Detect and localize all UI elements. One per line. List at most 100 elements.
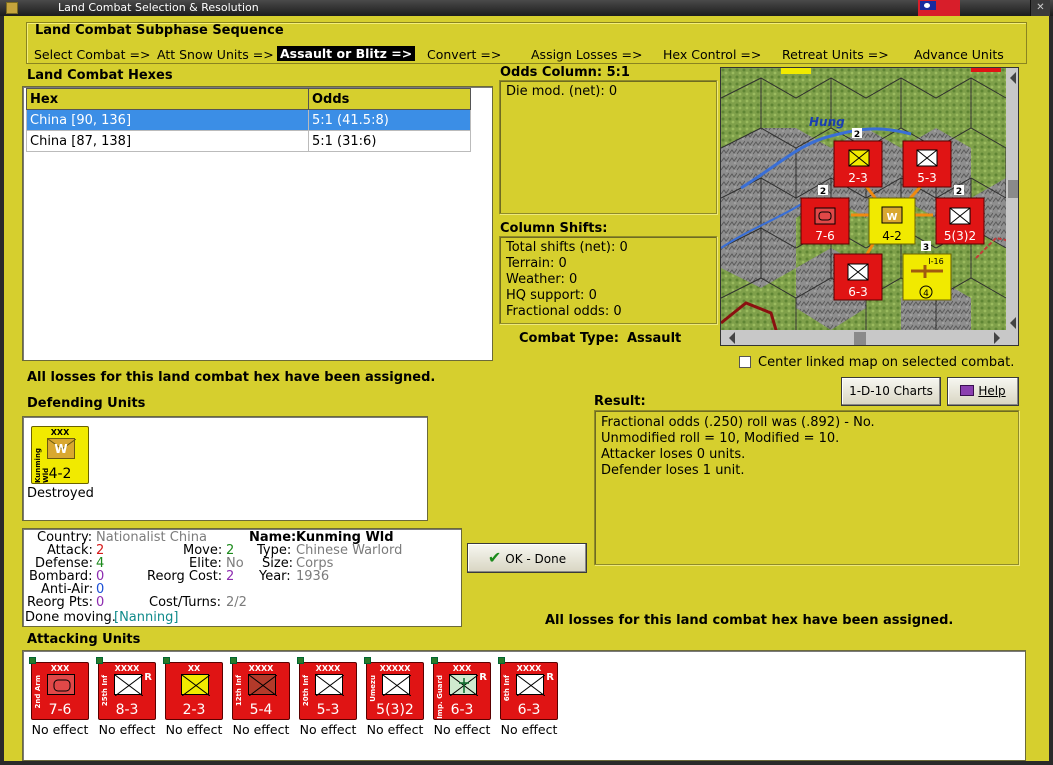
map-unit-strength: 4-2 bbox=[882, 229, 902, 243]
attacking-unit-counter[interactable]: XXXX 6th Inf R 6-3 bbox=[498, 657, 558, 720]
unit-designation: XXX bbox=[50, 428, 70, 437]
unit-supply-marker bbox=[230, 657, 237, 664]
unit-strength: 2-3 bbox=[182, 702, 206, 718]
infantry-yellow-unit-icon bbox=[181, 674, 210, 696]
svg-text:W: W bbox=[886, 212, 897, 223]
hex-cell: China [87, 138] bbox=[26, 130, 309, 152]
warlord-unit-icon: W bbox=[47, 438, 76, 459]
odds-column-heading: Odds Column: 5:1 bbox=[500, 65, 630, 80]
unit-name: 25th Inf bbox=[101, 675, 109, 707]
land-combat-hexes-list: Hex Odds China [90, 136] 5:1 (41.5:8) Ch… bbox=[22, 86, 493, 361]
done-moving-location: [Nanning] bbox=[114, 610, 179, 625]
unit-supply-marker bbox=[29, 657, 36, 664]
land-combat-hexes-heading: Land Combat Hexes bbox=[27, 68, 173, 83]
unit-status: No effect bbox=[366, 722, 424, 737]
result-line-2: Unmodified roll = 10, Modified = 10. bbox=[601, 431, 840, 446]
map-river-label: Hung bbox=[809, 115, 845, 129]
app-icon bbox=[6, 2, 18, 14]
reorg-cost-label: Reorg Cost: bbox=[147, 569, 223, 584]
unit-name: Umezu bbox=[369, 675, 377, 702]
charts-button[interactable]: 1-D-10 Charts bbox=[841, 377, 941, 406]
map-stack-count: 2 bbox=[956, 187, 962, 197]
window-border-right bbox=[1049, 16, 1053, 765]
attacking-unit-counter[interactable]: XXXX 20th Inf 5-3 bbox=[297, 657, 357, 720]
unit-designation: XXX bbox=[50, 664, 70, 673]
combat-type-label: Combat Type: bbox=[519, 331, 619, 346]
attacking-unit-counter[interactable]: XX 2-3 bbox=[163, 657, 223, 720]
step-hex-control: Hex Control => bbox=[663, 47, 762, 62]
unit-designation: XX bbox=[187, 664, 201, 673]
map-vertical-scrollbar[interactable] bbox=[1006, 68, 1019, 346]
column-header-odds[interactable]: Odds bbox=[308, 88, 471, 110]
done-moving-text: Done moving. bbox=[25, 610, 116, 625]
window-title-bar: Land Combat Selection & Resolution ✕ bbox=[0, 0, 1053, 16]
unit-status: No effect bbox=[433, 722, 491, 737]
attacking-unit-counter[interactable]: XXXXX Umezu 5(3)2 bbox=[364, 657, 424, 720]
ok-done-button[interactable]: ✔ OK - Done bbox=[467, 543, 587, 573]
attacking-units-panel: XXX 2nd Arm 7-6 No effect XXXX 25th Inf R 8-3 No… bbox=[22, 650, 1026, 761]
map-unit-strength: 7-6 bbox=[815, 229, 835, 243]
die-mod-text: Die mod. (net): 0 bbox=[506, 84, 618, 99]
center-map-checkbox[interactable] bbox=[739, 356, 751, 368]
unit-name: 6th Inf bbox=[503, 675, 511, 702]
unit-strength: 6-3 bbox=[517, 702, 541, 718]
unit-supply-marker bbox=[96, 657, 103, 664]
unit-supply-marker bbox=[364, 657, 371, 664]
attacking-unit-counter[interactable]: XXX 2nd Arm 7-6 bbox=[29, 657, 89, 720]
map-unit-strength: 2-3 bbox=[848, 171, 868, 185]
subphase-sequence: Land Combat Subphase Sequence Select Com… bbox=[26, 22, 1027, 64]
map-unit-strength: 6-3 bbox=[848, 285, 868, 299]
terrain-shift-text: Terrain: 0 bbox=[506, 256, 567, 271]
table-row[interactable]: China [90, 136] 5:1 (41.5:8) bbox=[26, 109, 471, 131]
linked-map[interactable]: Hung 2-3 2 5-3 7-6 2 W 4-2 5(3)2 2 6-3 4… bbox=[720, 67, 1019, 346]
unit-status: No effect bbox=[232, 722, 290, 737]
unit-designation: XXXX bbox=[315, 664, 341, 673]
defending-units-heading: Defending Units bbox=[27, 396, 146, 411]
unit-status: No effect bbox=[31, 722, 89, 737]
hex-cell: China [90, 136] bbox=[26, 109, 309, 131]
map-stack-count: 2 bbox=[820, 187, 826, 197]
ok-done-label: OK - Done bbox=[505, 552, 567, 566]
step-select-combat: Select Combat => bbox=[34, 47, 151, 62]
result-line-1: Fractional odds (.250) roll was (.892) -… bbox=[601, 415, 875, 430]
defending-unit-counter[interactable]: XXX Kunming Wld W 4-2 bbox=[31, 426, 89, 484]
guard-unit-icon bbox=[449, 674, 478, 696]
unit-supply-marker bbox=[498, 657, 505, 664]
unit-supply-marker bbox=[163, 657, 170, 664]
defending-units-panel: XXX Kunming Wld W 4-2 Destroyed bbox=[22, 416, 428, 521]
result-heading: Result: bbox=[594, 394, 646, 409]
map-stack-count: 3 bbox=[923, 243, 929, 253]
unit-supply-marker bbox=[297, 657, 304, 664]
odds-cell: 5:1 (31:6) bbox=[308, 130, 471, 152]
reserve-mark: R bbox=[144, 672, 152, 683]
map-unit-5-3[interactable]: 5-3 bbox=[902, 140, 952, 188]
infantry-dark-unit-icon bbox=[248, 674, 277, 696]
odds-column-panel: Die mod. (net): 0 bbox=[499, 80, 717, 214]
column-header-hex[interactable]: Hex bbox=[26, 88, 309, 110]
attacking-unit-counter[interactable]: XXXX 25th Inf R 8-3 bbox=[96, 657, 156, 720]
unit-name: 20th Inf bbox=[302, 675, 310, 707]
map-unit-6-3[interactable]: 6-3 bbox=[833, 253, 883, 301]
losses-assigned-message-2: All losses for this land combat hex have… bbox=[545, 613, 954, 628]
check-icon: ✔ bbox=[487, 548, 502, 567]
reorg-cost-value: 2 bbox=[226, 569, 235, 584]
map-unit-strength: 5-3 bbox=[917, 171, 937, 185]
table-row[interactable]: China [87, 138] 5:1 (31:6) bbox=[26, 130, 471, 152]
close-window-button[interactable]: ✕ bbox=[1030, 0, 1050, 16]
weather-shift-text: Weather: 0 bbox=[506, 272, 578, 287]
book-icon bbox=[960, 385, 975, 396]
help-button[interactable]: Help bbox=[947, 377, 1019, 406]
result-line-3: Attacker loses 0 units. bbox=[601, 447, 746, 462]
attacking-unit-counter[interactable]: XXXX 12th Inf 5-4 bbox=[230, 657, 290, 720]
unit-mark: W bbox=[54, 442, 68, 456]
attacking-unit-counter[interactable]: XXX Imp. Guard R 6-3 bbox=[431, 657, 491, 720]
map-unit-4-2[interactable]: W 4-2 bbox=[868, 197, 916, 245]
cost-turns-value: 2/2 bbox=[226, 595, 247, 610]
attacking-units-heading: Attacking Units bbox=[27, 632, 141, 647]
unit-name: 12th Inf bbox=[235, 675, 243, 707]
hexes-table: Hex Odds China [90, 136] 5:1 (41.5:8) Ch… bbox=[26, 88, 471, 152]
window-title: Land Combat Selection & Resolution bbox=[58, 1, 259, 14]
year-label: Year: bbox=[259, 569, 291, 584]
unit-strength: 8-3 bbox=[115, 702, 139, 718]
map-terrain: Hung 2-3 2 5-3 7-6 2 W 4-2 5(3)2 2 6-3 4… bbox=[721, 68, 1019, 346]
